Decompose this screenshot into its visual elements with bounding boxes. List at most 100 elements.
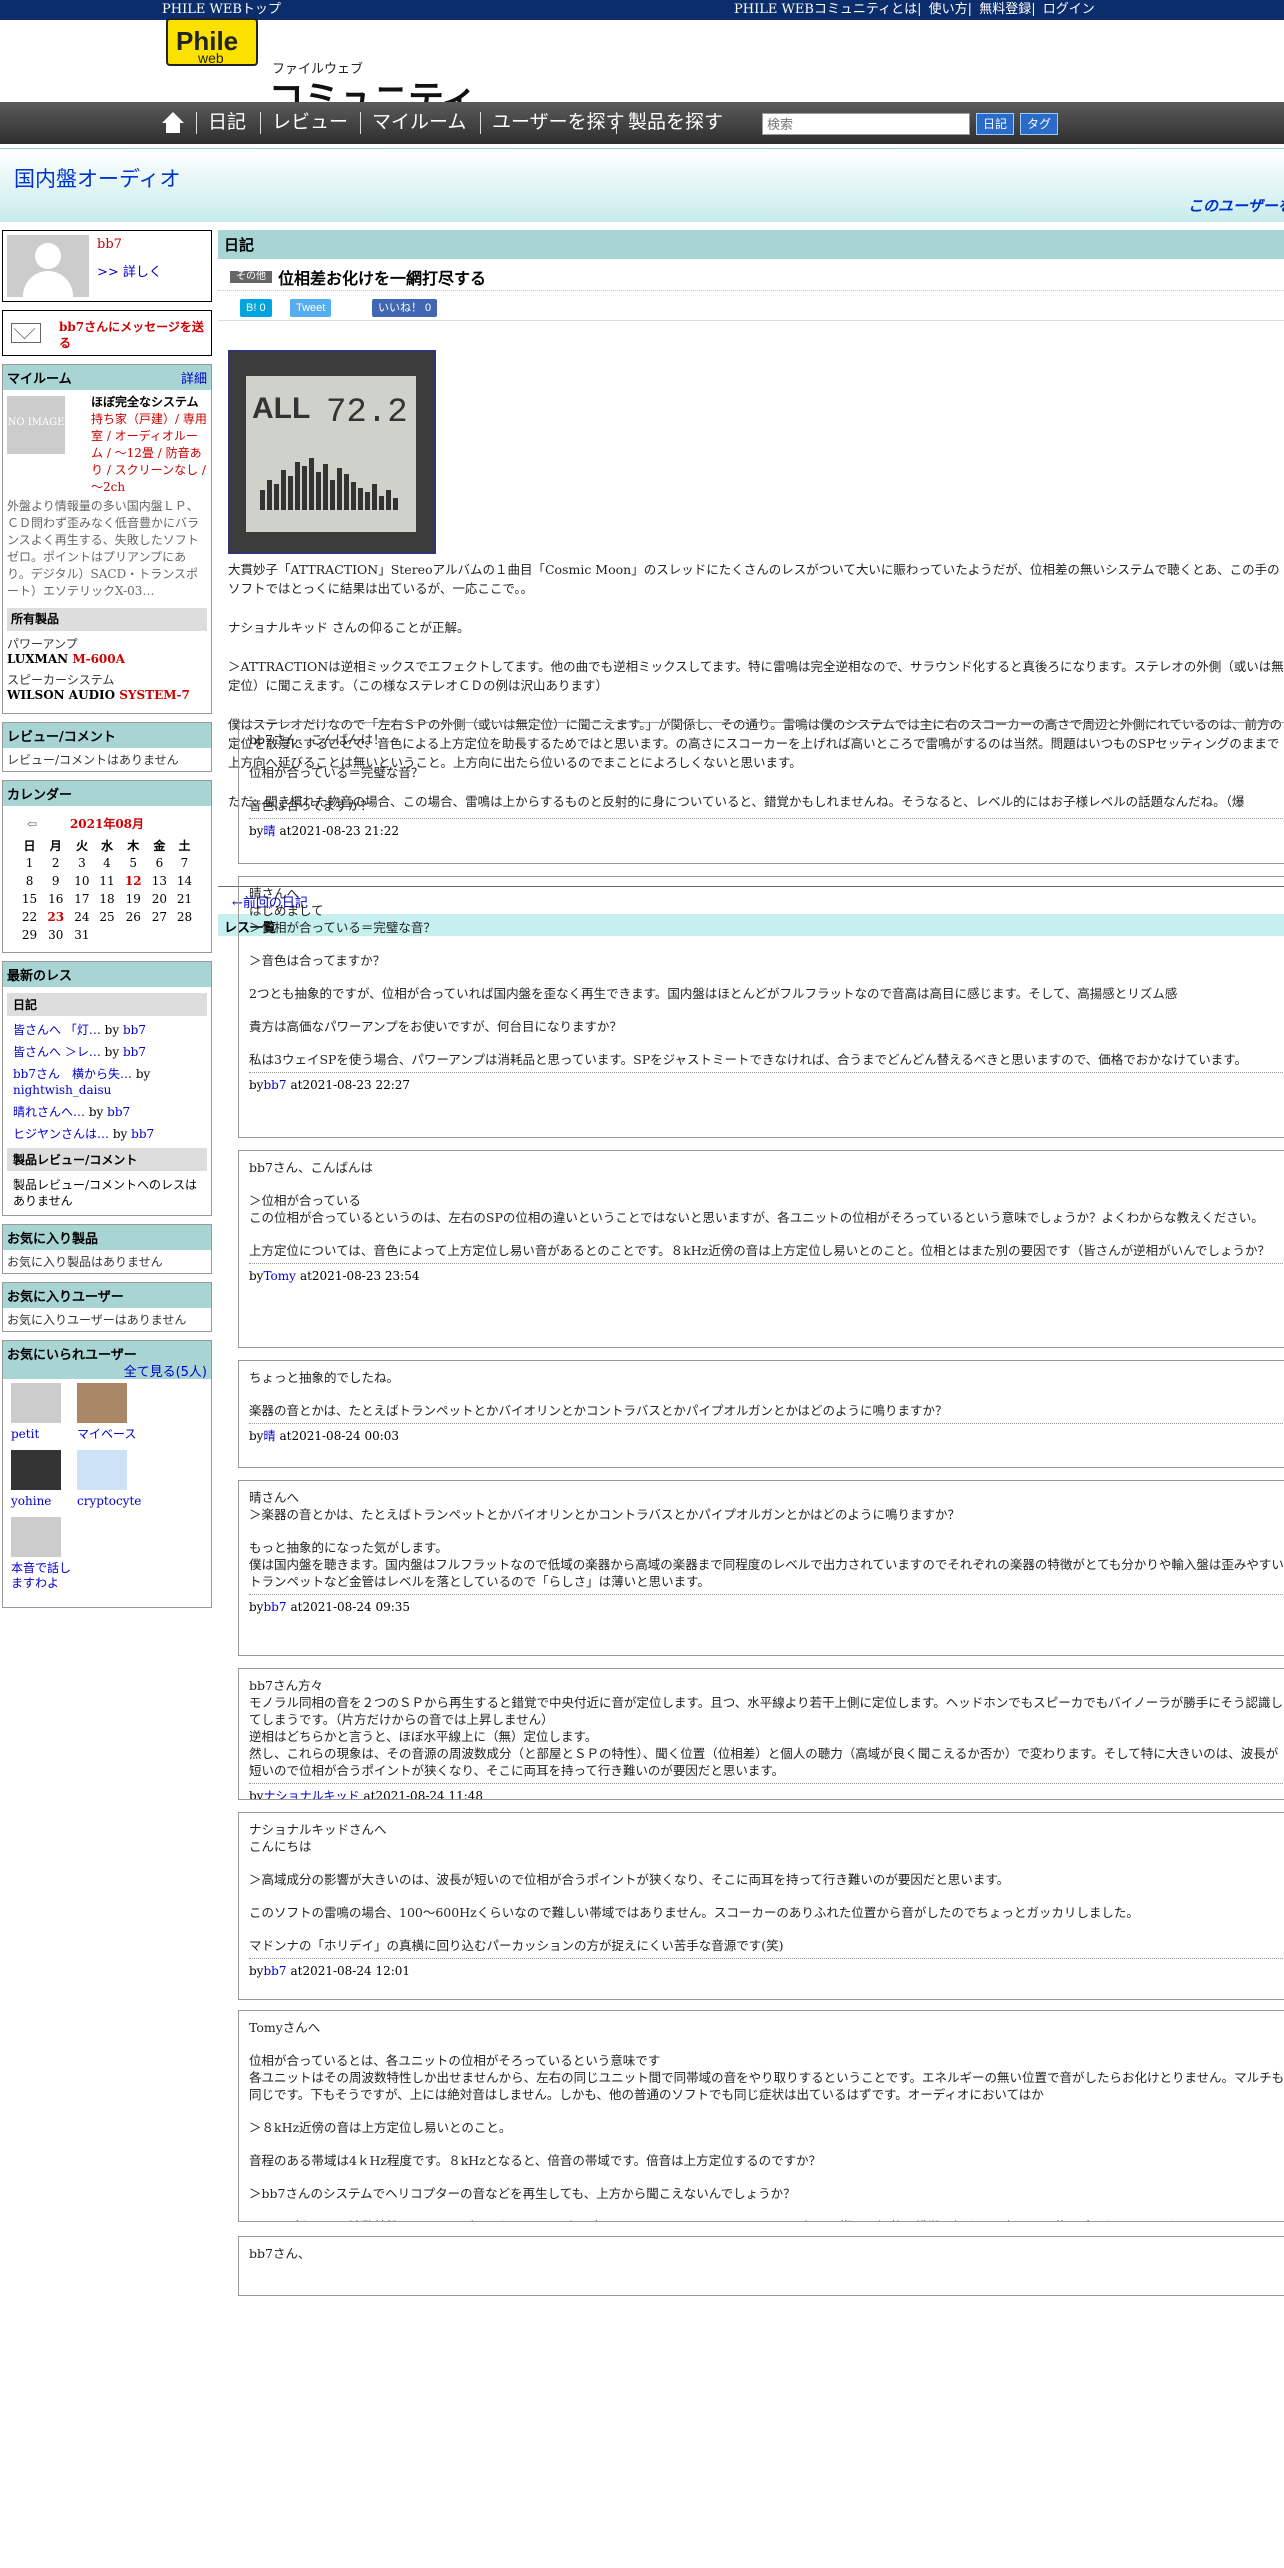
favored-user[interactable]: yohine [11,1450,77,1509]
favored-user[interactable]: petit [11,1383,77,1442]
fav-products-header: お気に入り製品 [3,1225,211,1250]
search-input[interactable] [762,113,970,135]
see-all-link[interactable]: 全て見る(5人) [124,1361,207,1380]
response-user-link[interactable]: bb7 [263,1964,286,1978]
nav-divider [260,112,261,134]
latest-review-empty: 製品レビュー/コメントへのレスはありません [13,1178,198,1208]
response-text: bb7さん、こんばんは！ [249,732,386,747]
response-user-link[interactable]: bb7 [263,1078,286,1092]
response-byline: by晴 at2021-08-23 21:22 [249,818,1284,840]
spectrum-bar [316,472,321,510]
list-item: bb7さん 横から失… by nightwish_daisu [13,1067,151,1097]
nav-divider [360,112,361,134]
profile-detail-link[interactable]: >> 詳しく [97,261,162,280]
phileweb-logo[interactable]: Phile web [166,18,258,66]
register-link[interactable]: 無料登録 [979,2,1031,17]
response-item: 晴さんへ はじめまして ＞位相が合っている＝完璧な音？ ＞音色は合ってますか？ 2つ… [238,876,1284,1138]
page-title: 国内盤オーディオ [14,167,181,191]
profile-name[interactable]: bb7 [97,237,122,252]
product-model-link[interactable]: M-600A [72,652,125,666]
message-box[interactable]: bb7さんにメッセージを送る [2,310,212,356]
analyzer-screen: ALL 72.2 [246,376,416,532]
avatar[interactable] [7,235,89,297]
main-content: 日記 その他 位相差お化けを一網打尽する B! 0 Tweet いいね！ 0 A… [218,230,1284,2296]
calendar-grid: 日月火水木金土 1234567 8 9 10 11 12 13 14 15 16 17 18 19 2… [21,838,193,943]
response-item: 晴さんへ ＞楽器の音とかは、たとえばトランペットとかバイオリンとかコントラバスと… [238,1480,1284,1656]
spectrum-bar [379,496,384,510]
response-user-link[interactable]: Tomy [263,1269,295,1283]
search-diary-button[interactable]: 日記 [976,113,1015,135]
list-item: 皆さんへ ＞レ… by bb7 [13,1045,146,1059]
myroom-detail-link[interactable]: 詳細 [181,368,207,387]
response-item: bb7さん、こんばんは ＞位相が合っている この位相が合っているというのは、左右の… [238,1150,1284,1348]
response-byline: bybb7 at2021-08-23 22:27 [249,1072,1284,1094]
hatena-bookmark-button[interactable]: B! 0 [240,299,272,317]
spectrum-bar [302,466,307,510]
home-icon[interactable] [162,112,184,134]
nav-review[interactable]: レビュー [272,102,348,144]
response-text: 晴さんへ はじめまして ＞位相が合っている＝完璧な音？ [249,886,436,935]
myroom-header: マイルーム 詳細 [3,365,211,390]
latest-diary-subheader: 日記 [7,993,207,1016]
about-link[interactable]: PHILE WEBコミュニティとは [734,2,917,17]
response-text: もっと抽象的になった気がします。 僕は国内盤を聴きます。国内盤はフルフラットなの… [249,1540,1284,1589]
fav-users-empty: お気に入りユーザーはありません [7,1313,187,1327]
response-text: bb7さん、こんばんは [249,1160,373,1175]
favored-user[interactable]: cryptocyte [77,1450,143,1509]
spectrum-bar [337,468,342,510]
tweet-button[interactable]: Tweet [290,299,332,317]
nav-divider [480,112,481,134]
profile-box: bb7 >> 詳しく [2,230,212,302]
response-text: マドンナの「ホリデイ」の真横に回り込むパーカッションの方が捉えにくい苦手な音源で… [249,1938,784,1953]
room-title[interactable]: ほぼ完全なシステム [91,394,207,411]
favored-user[interactable]: 本音で話しますわよ [11,1517,77,1591]
response-user-link[interactable]: 晴 [263,824,275,838]
login-link[interactable]: ログイン [1043,2,1095,17]
spectrum-bar [344,474,349,510]
response-item: ちょっと抽象的でしたね。 楽器の音とかは、たとえばトランペットとかバイオリンとかコ… [238,1360,1284,1468]
favored-by-box: お気にいられユーザー 全て見る(5人) petit マイベース yohine cr… [2,1340,212,1608]
response-user-link[interactable]: bb7 [263,1600,286,1614]
response-byline: bybb7 at2021-08-24 12:01 [249,1958,1284,1980]
owned-products-header: 所有製品 [7,608,207,631]
response-text: 音程のある帯域は4ｋHz程度です。８kHzとなると、倍音の帯域です。倍音は上方定… [249,2153,822,2168]
spectrum-bar [351,482,356,510]
spectrum-bar [358,488,363,510]
response-text: 2つとも抽象的ですが、位相が合っていれば国内盤を歪なく再生できます。国内盤はほと… [249,986,1178,1001]
philweb-top-link[interactable]: PHILE WEBトップ [162,0,281,20]
spectrum-bar [386,490,391,510]
latest-review-subheader: 製品レビュー/コメント [7,1148,207,1171]
howto-link[interactable]: 使い方 [929,2,968,17]
spectrum-bar [372,484,377,510]
user-action-link[interactable]: このユーザーを [1188,195,1284,216]
favored-user[interactable]: マイベース [77,1383,143,1442]
nav-find-users[interactable]: ユーザーを探す [492,102,625,144]
list-item: 皆さんへ 「灯… by bb7 [13,1023,146,1037]
favored-by-header: お気にいられユーザー 全て見る(5人) [3,1341,211,1380]
response-text: 貴方は高価なパワーアンプをお使いですが、何台目になりますか？ [249,1019,623,1034]
category-badge: その他 [230,271,272,283]
fav-products-box: お気に入り製品 お気に入り製品はありません [2,1224,212,1274]
product-model-link[interactable]: SYSTEM-7 [119,688,190,702]
response-user-link[interactable]: 晴 [263,1429,275,1443]
calendar-day-link[interactable]: 23 [42,908,69,926]
search-tag-button[interactable]: タグ [1020,113,1059,135]
favored-users-grid: petit マイベース yohine cryptocyte 本音で話しますわよ [3,1379,211,1607]
send-message-link[interactable]: bb7さんにメッセージを送る [59,319,209,351]
response-text: bb7さん、 [249,2246,311,2261]
entry-photo[interactable]: ALL 72.2 [228,350,436,554]
nav-myroom[interactable]: マイルーム [372,102,466,144]
facebook-like-button[interactable]: いいね！ 0 [372,299,438,317]
nav-divider [196,112,197,134]
response-user-link[interactable]: ナショナルキッド [263,1789,359,1799]
response-text: Tomyさんへ [249,2020,321,2035]
nav-find-products[interactable]: 製品を探す [628,102,723,144]
owned-product: パワーアンプ LUXMAN M-600A [7,637,125,666]
prev-month-arrow-icon[interactable]: ⇦ [27,812,37,836]
calendar-day-link[interactable]: 12 [120,872,147,890]
main-nav: 日記 レビュー マイルーム ユーザーを探す 製品を探す 日記 タグ [0,102,1284,144]
calendar: ⇦ 2021年08月 日月火水木金土 1234567 8 9 10 11 12 13 14 1… [3,806,211,952]
room-noimage: NO IMAGE [7,396,65,454]
response-byline: byナショナルキッド at2021-08-24 11:48 [249,1783,1284,1799]
nav-diary[interactable]: 日記 [208,102,246,144]
